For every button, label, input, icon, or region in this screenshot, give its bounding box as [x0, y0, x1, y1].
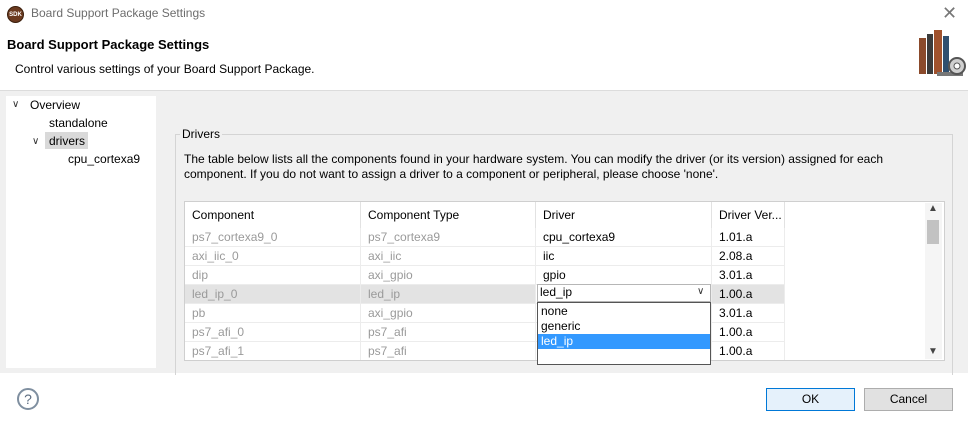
drivers-group-label: Drivers [180, 127, 222, 141]
header-description: Control various settings of your Board S… [15, 62, 315, 76]
tree-item-standalone[interactable]: standalone [49, 116, 108, 130]
dropdown-option-generic[interactable]: generic [538, 319, 710, 334]
component-cell: pb [185, 304, 361, 323]
table-row[interactable]: dip axi_gpio gpio 3.01.a [185, 266, 925, 285]
component-type-cell: axi_gpio [361, 266, 536, 285]
component-cell: dip [185, 266, 361, 285]
driver-version-cell[interactable]: 3.01.a [712, 304, 785, 323]
component-cell: axi_iic_0 [185, 247, 361, 266]
component-cell: ps7_cortexa9_0 [185, 228, 361, 247]
dropdown-option-none[interactable]: none [538, 304, 710, 319]
column-header-component-type[interactable]: Component Type [361, 202, 536, 229]
driver-select-value: led_ip [540, 285, 573, 299]
tree-item-cpu-cortexa9[interactable]: cpu_cortexa9 [68, 152, 140, 166]
component-cell: ps7_afi_0 [185, 323, 361, 342]
table-row[interactable]: axi_iic_0 axi_iic iic 2.08.a [185, 247, 925, 266]
driver-cell[interactable]: cpu_cortexa9 [536, 228, 712, 247]
driver-cell[interactable]: iic [536, 247, 712, 266]
column-header-driver[interactable]: Driver [536, 202, 712, 229]
driver-version-cell[interactable]: 1.01.a [712, 228, 785, 247]
component-type-cell: ps7_afi [361, 342, 536, 360]
dropdown-option-led-ip[interactable]: led_ip [538, 334, 710, 349]
help-icon[interactable]: ? [17, 388, 39, 410]
driver-cell[interactable]: gpio [536, 266, 712, 285]
component-type-cell: ps7_afi [361, 323, 536, 342]
scrollbar-thumb[interactable] [927, 220, 939, 244]
driver-dropdown-list: none generic led_ip [537, 302, 711, 365]
driver-version-cell[interactable]: 1.00.a [712, 342, 785, 360]
driver-version-cell[interactable]: 2.08.a [712, 247, 785, 266]
column-header-driver-version[interactable]: Driver Ver... [712, 202, 785, 229]
component-cell: ps7_afi_1 [185, 342, 361, 360]
expand-arrow-icon[interactable]: ∨ [12, 99, 19, 110]
component-type-cell: ps7_cortexa9 [361, 228, 536, 247]
window-title: Board Support Package Settings [31, 6, 206, 20]
driver-version-cell[interactable]: 1.00.a [712, 285, 785, 304]
component-cell: led_ip_0 [185, 285, 361, 304]
component-type-cell: axi_iic [361, 247, 536, 266]
tree-item-overview[interactable]: Overview [30, 98, 80, 112]
scroll-down-arrow-icon[interactable]: ▼ [928, 346, 938, 357]
books-gear-banner-icon [919, 30, 966, 76]
header-title: Board Support Package Settings [7, 37, 210, 52]
tree-item-drivers[interactable]: drivers [49, 134, 85, 148]
sdk-app-icon: SDK [7, 6, 24, 23]
component-type-cell: led_ip [361, 285, 536, 304]
driver-version-cell[interactable]: 3.01.a [712, 266, 785, 285]
cancel-button[interactable]: Cancel [864, 388, 953, 411]
chevron-down-icon[interactable]: ∨ [697, 286, 704, 297]
drivers-description: The table below lists all the components… [184, 152, 884, 181]
scroll-up-arrow-icon[interactable]: ▲ [928, 203, 938, 214]
column-header-component[interactable]: Component [185, 202, 361, 229]
expand-arrow-icon[interactable]: ∨ [32, 136, 39, 147]
component-type-cell: axi_gpio [361, 304, 536, 323]
close-icon[interactable]: ✕ [942, 3, 957, 24]
ok-button[interactable]: OK [766, 388, 855, 411]
table-row[interactable]: ps7_cortexa9_0 ps7_cortexa9 cpu_cortexa9… [185, 228, 925, 247]
driver-version-cell[interactable]: 1.00.a [712, 323, 785, 342]
